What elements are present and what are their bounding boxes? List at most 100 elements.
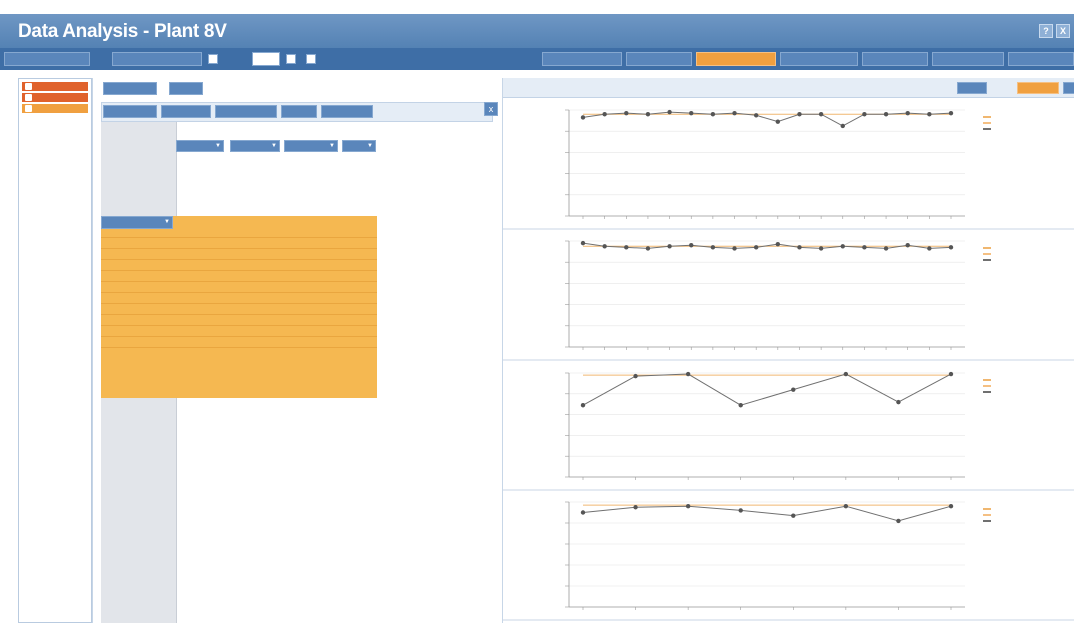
toolbar-checkbox-1[interactable] xyxy=(208,54,218,64)
grid-cell[interactable] xyxy=(252,283,274,292)
close-panel-button[interactable]: x xyxy=(484,102,498,116)
grid-cell[interactable] xyxy=(204,272,226,281)
grid-cell[interactable] xyxy=(276,250,298,259)
grid-cell[interactable] xyxy=(204,338,226,347)
grid-cell[interactable] xyxy=(252,272,274,281)
grid-cell[interactable] xyxy=(300,272,322,281)
grid-cell[interactable] xyxy=(228,250,250,259)
grid-cell[interactable] xyxy=(252,327,274,336)
panel-button-1[interactable] xyxy=(103,82,157,95)
grid-cell[interactable] xyxy=(300,250,322,259)
grid-cell[interactable] xyxy=(276,316,298,325)
grid-cell[interactable] xyxy=(228,272,250,281)
toolbar-checkbox-2[interactable] xyxy=(286,54,296,64)
grid-cell[interactable] xyxy=(180,261,202,270)
grid-cell[interactable] xyxy=(204,305,226,314)
grid-cell[interactable] xyxy=(180,283,202,292)
grid-cell[interactable] xyxy=(276,305,298,314)
grid-cell[interactable] xyxy=(276,327,298,336)
panel-button-2[interactable] xyxy=(169,82,203,95)
trend-chart-2[interactable] xyxy=(503,233,1074,361)
grid-cell[interactable] xyxy=(180,327,202,336)
grid-cell[interactable] xyxy=(276,261,298,270)
tab-7[interactable] xyxy=(1008,52,1074,66)
grid-cell[interactable] xyxy=(300,239,322,248)
grid-cell[interactable] xyxy=(300,338,322,347)
toolbar-checkbox-3[interactable] xyxy=(306,54,316,64)
grid-cell[interactable] xyxy=(180,272,202,281)
grid-cell[interactable] xyxy=(228,239,250,248)
chart-button-1[interactable] xyxy=(957,82,987,94)
grid-cell[interactable] xyxy=(252,239,274,248)
tab-4[interactable] xyxy=(780,52,858,66)
grid-cell[interactable] xyxy=(180,239,202,248)
sub-tab-2[interactable] xyxy=(161,105,211,118)
grid-cell[interactable] xyxy=(252,316,274,325)
grid-cell[interactable] xyxy=(204,294,226,303)
tab-5[interactable] xyxy=(862,52,928,66)
tab-6[interactable] xyxy=(932,52,1004,66)
grid-cell[interactable] xyxy=(180,349,202,358)
sub-tab-4[interactable] xyxy=(281,105,317,118)
toolbar-button-1[interactable] xyxy=(4,52,90,66)
nav-item-3[interactable] xyxy=(22,104,88,113)
grid-cell[interactable] xyxy=(180,250,202,259)
toolbar-option-label[interactable] xyxy=(322,52,368,66)
grid-cell[interactable] xyxy=(180,305,202,314)
sub-tab-5[interactable] xyxy=(321,105,373,118)
grid-cell[interactable] xyxy=(204,261,226,270)
grid-cell[interactable] xyxy=(300,294,322,303)
grid-row-label[interactable] xyxy=(104,348,174,359)
trend-chart-4[interactable] xyxy=(503,494,1074,621)
grid-cell[interactable] xyxy=(228,327,250,336)
grid-cell[interactable] xyxy=(252,338,274,347)
sub-tab-3[interactable] xyxy=(215,105,277,118)
grid-cell[interactable] xyxy=(276,349,298,358)
grid-cell[interactable] xyxy=(228,338,250,347)
sub-tab-1[interactable] xyxy=(103,105,157,118)
grid-cell[interactable] xyxy=(300,316,322,325)
grid-cell[interactable] xyxy=(252,294,274,303)
grid-cell[interactable] xyxy=(300,305,322,314)
grid-cell[interactable] xyxy=(276,338,298,347)
grid-cell[interactable] xyxy=(276,272,298,281)
grid-cell[interactable] xyxy=(252,349,274,358)
tab-2[interactable] xyxy=(626,52,692,66)
toolbar-button-2[interactable] xyxy=(112,52,202,66)
grid-cell[interactable] xyxy=(300,261,322,270)
trend-chart-3[interactable] xyxy=(503,365,1074,491)
toolbar-select-1[interactable] xyxy=(252,52,280,66)
grid-cell[interactable] xyxy=(276,294,298,303)
grid-cell[interactable] xyxy=(300,283,322,292)
tab-3[interactable] xyxy=(696,52,776,66)
grid-cell[interactable] xyxy=(276,239,298,248)
nav-item-1[interactable] xyxy=(22,82,88,91)
tab-1[interactable] xyxy=(542,52,622,66)
chart-button-2[interactable] xyxy=(1017,82,1059,94)
grid-cell[interactable] xyxy=(204,349,226,358)
grid-cell[interactable] xyxy=(252,261,274,270)
grid-cell[interactable] xyxy=(180,316,202,325)
close-window-button[interactable]: X xyxy=(1056,24,1070,38)
grid-cell[interactable] xyxy=(228,283,250,292)
grid-cell[interactable] xyxy=(204,316,226,325)
grid-cell[interactable] xyxy=(204,283,226,292)
filter-dropdown-2[interactable]: ▼ xyxy=(230,140,280,152)
grid-cell[interactable] xyxy=(228,261,250,270)
filter-dropdown-4[interactable]: ▼ xyxy=(342,140,376,152)
grid-cell[interactable] xyxy=(300,349,322,358)
chart-button-3[interactable] xyxy=(1063,82,1074,94)
grid-cell[interactable] xyxy=(204,239,226,248)
grid-cell[interactable] xyxy=(228,349,250,358)
grid-cell[interactable] xyxy=(180,294,202,303)
grid-cell[interactable] xyxy=(204,250,226,259)
grid-row-selector[interactable]: ▼ xyxy=(101,216,173,229)
filter-dropdown-1[interactable]: ▼ xyxy=(176,140,224,152)
grid-cell[interactable] xyxy=(300,327,322,336)
grid-cell[interactable] xyxy=(180,338,202,347)
grid-cell[interactable] xyxy=(252,250,274,259)
grid-cell[interactable] xyxy=(204,327,226,336)
nav-item-2[interactable] xyxy=(22,93,88,102)
trend-chart-1[interactable] xyxy=(503,102,1074,230)
grid-cell[interactable] xyxy=(228,294,250,303)
